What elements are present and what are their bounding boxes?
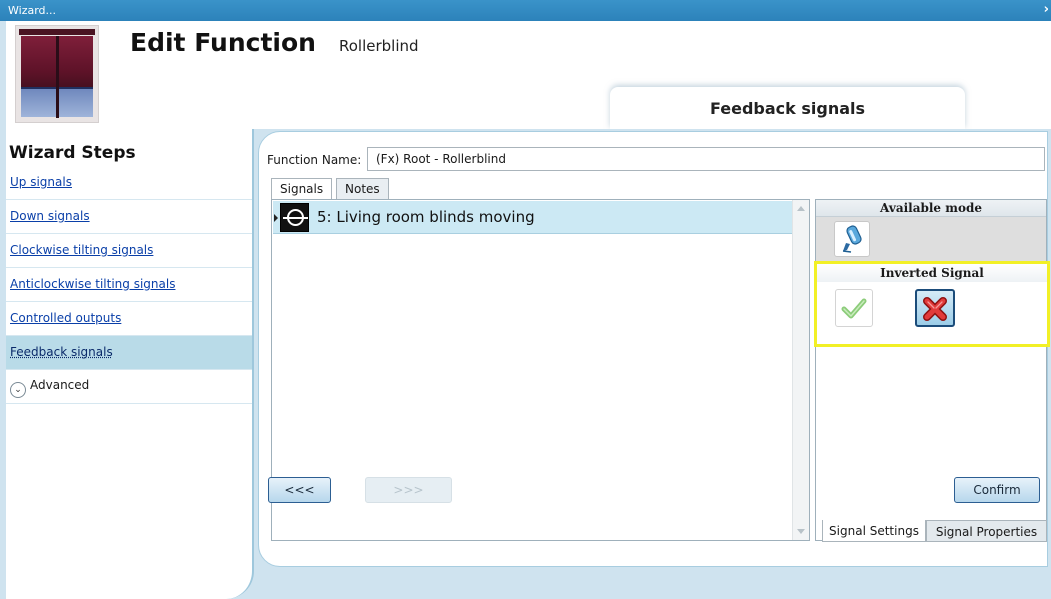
scroll-up-icon[interactable] — [797, 206, 805, 211]
inverted-signal-heading: Inverted Signal — [817, 264, 1047, 282]
step-link[interactable]: Controlled outputs — [10, 311, 121, 325]
close-icon[interactable]: › — [1044, 2, 1049, 17]
step-controlled-outputs[interactable]: Controlled outputs — [6, 302, 252, 336]
signals-list: 5: Living room blinds moving — [271, 199, 810, 541]
step-feedback-signals[interactable]: Feedback signals — [6, 336, 252, 370]
function-name-label: Function Name: — [267, 153, 362, 167]
step-link[interactable]: Up signals — [10, 175, 72, 189]
step-link[interactable]: Anticlockwise tilting signals — [10, 277, 175, 291]
step-clockwise-tilting-signals[interactable]: Clockwise tilting signals — [6, 234, 252, 268]
cross-icon[interactable] — [915, 289, 955, 327]
step-link[interactable]: Feedback signals — [10, 345, 113, 359]
step-anticlockwise-tilting-signals[interactable]: Anticlockwise tilting signals — [6, 268, 252, 302]
tab-signal-settings[interactable]: Signal Settings — [822, 520, 926, 542]
tab-signals[interactable]: Signals — [271, 178, 333, 200]
main-content: Function Name: (Fx) Root - Rollerblind S… — [254, 129, 1051, 599]
step-link[interactable]: Down signals — [10, 209, 90, 223]
row-indicator-icon — [274, 214, 278, 222]
previous-button[interactable]: <<< — [268, 477, 331, 503]
step-down-signals[interactable]: Down signals — [6, 200, 252, 234]
list-scrollbar[interactable] — [792, 200, 809, 540]
window-title: Wizard... — [8, 4, 57, 17]
next-button[interactable]: >>> — [365, 477, 452, 503]
available-mode-area — [816, 217, 1046, 263]
function-type-label: Rollerblind — [339, 37, 419, 55]
header: Edit Function Rollerblind Feedback signa… — [6, 21, 1051, 129]
title-bar: Wizard... › — [0, 0, 1051, 21]
advanced-expander[interactable]: ⌄ Advanced — [6, 370, 252, 404]
sensor-probe-icon[interactable] — [834, 221, 870, 257]
advanced-label: Advanced — [30, 378, 90, 392]
step-link[interactable]: Clockwise tilting signals — [10, 243, 153, 257]
scroll-down-icon[interactable] — [797, 529, 805, 534]
chevron-down-icon[interactable]: ⌄ — [10, 382, 26, 398]
signal-label: 5: Living room blinds moving — [317, 208, 535, 226]
wizard-steps-sidebar: Wizard Steps Up signals Down signals Clo… — [6, 129, 254, 599]
tab-notes[interactable]: Notes — [336, 178, 389, 199]
step-up-signals[interactable]: Up signals — [6, 166, 252, 200]
wizard-body: Wizard Steps Up signals Down signals Clo… — [6, 129, 1051, 599]
inverted-signal-group: Inverted Signal — [814, 261, 1050, 347]
section-tab: Feedback signals — [610, 87, 965, 129]
check-icon[interactable] — [835, 289, 873, 327]
page-title: Edit Function — [130, 28, 316, 57]
sidebar-title: Wizard Steps — [9, 143, 136, 163]
available-mode-heading: Available mode — [816, 200, 1046, 217]
rollerblind-icon — [15, 25, 99, 123]
feedback-signal-icon — [280, 203, 309, 232]
function-name-input[interactable]: (Fx) Root - Rollerblind — [367, 147, 1045, 171]
wizard-window: Edit Function Rollerblind Feedback signa… — [6, 21, 1051, 599]
list-item[interactable]: 5: Living room blinds moving — [273, 201, 792, 234]
confirm-button[interactable]: Confirm — [954, 477, 1040, 503]
tab-signal-properties[interactable]: Signal Properties — [926, 520, 1047, 542]
